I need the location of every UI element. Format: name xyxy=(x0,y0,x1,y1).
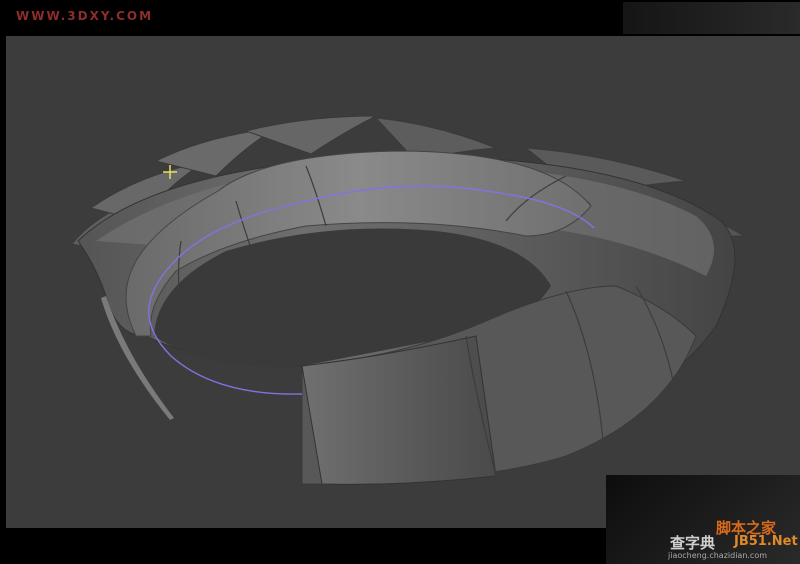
corner-panel-top xyxy=(623,2,800,34)
site-logo: WWW.3DXY.COM xyxy=(16,9,154,23)
perspective-viewport[interactable] xyxy=(6,36,800,528)
scene-canvas[interactable] xyxy=(6,36,800,528)
watermark-url: jiaocheng.chazidian.com xyxy=(668,551,768,560)
watermark-site-name: 查字典 xyxy=(670,534,716,552)
watermark-jb51-net: JB51.Net xyxy=(734,534,798,549)
